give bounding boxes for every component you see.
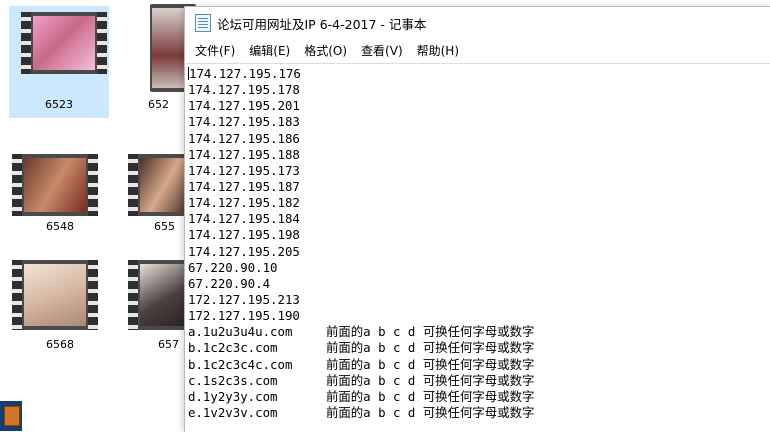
text-line: 174.127.195.201 [188, 98, 300, 114]
film-strip-icon [21, 12, 31, 74]
text-line: 67.220.90.4 [188, 275, 271, 291]
video-file-tile[interactable]: 6568 [0, 256, 100, 356]
file-explorer-background: 6523 652 6548 655 6568 657 [0, 0, 196, 431]
text-line: 174.127.195.173 [188, 162, 300, 178]
film-strip-icon [12, 154, 22, 216]
menu-edit[interactable]: 编辑(E) [243, 42, 296, 59]
text-line: 174.127.195.186 [188, 130, 300, 146]
note-text: 前面的a b c d 可换任何字母或数字 [326, 372, 535, 388]
text-line: b.1c2c3c4c.com 前面的a b c d 可换任何字母或数字 [188, 357, 770, 373]
film-strip-icon [12, 260, 22, 330]
film-strip-icon [97, 12, 107, 74]
film-strip-icon [88, 154, 98, 216]
domain-text: a.1u2u3u4u.com [188, 324, 293, 340]
text-line: 172.127.195.190 [188, 308, 300, 324]
video-file-tile[interactable]: 6548 [0, 150, 100, 240]
text-line: d.1y2y3y.com 前面的a b c d 可换任何字母或数字 [188, 389, 770, 405]
film-strip-icon [88, 260, 98, 330]
text-line: 174.127.195.205 [188, 243, 300, 259]
video-thumbnail [12, 154, 98, 216]
note-text: 前面的a b c d 可换任何字母或数字 [326, 340, 535, 356]
video-thumbnail [21, 12, 107, 74]
menu-format[interactable]: 格式(O) [298, 42, 353, 59]
note-text: 前面的a b c d 可换任何字母或数字 [326, 324, 535, 340]
menu-help[interactable]: 帮助(H) [411, 42, 465, 59]
video-thumbnail [128, 154, 190, 216]
notepad-window: 论坛可用网址及IP 6-4-2017 - 记事本 文件(F) 编辑(E) 格式(… [184, 6, 770, 432]
domain-text: b.1c2c3c4c.com [188, 356, 293, 372]
film-strip-icon [128, 260, 138, 330]
taskbar-app-icon[interactable] [4, 406, 20, 426]
text-line: 174.127.195.184 [188, 211, 300, 227]
film-strip-icon [128, 154, 138, 216]
note-text: 前面的a b c d 可换任何字母或数字 [326, 388, 535, 404]
text-line: 174.127.195.198 [188, 227, 300, 243]
thumbnail-image [140, 264, 190, 326]
window-title: 论坛可用网址及IP 6-4-2017 - 记事本 [217, 16, 427, 32]
text-line: a.1u2u3u4u.com 前面的a b c d 可换任何字母或数字 [188, 324, 770, 340]
note-text: 前面的a b c d 可换任何字母或数字 [326, 356, 535, 372]
notepad-icon [195, 14, 211, 32]
menu-bar: 文件(F) 编辑(E) 格式(O) 查看(V) 帮助(H) [185, 39, 770, 61]
text-line: 67.220.90.10 [188, 259, 278, 275]
domain-text: b.1c2c3c.com [188, 340, 278, 356]
thumbnail-image [140, 158, 190, 212]
text-line: 174.127.195.183 [188, 114, 300, 130]
title-bar[interactable]: 论坛可用网址及IP 6-4-2017 - 记事本 [185, 7, 770, 39]
text-line: 174.127.195.176 [188, 66, 301, 81]
menu-file[interactable]: 文件(F) [189, 42, 241, 59]
domain-text: c.1s2c3s.com [188, 372, 278, 388]
file-name-label: 6568 [46, 338, 74, 351]
text-line: 174.127.195.178 [188, 82, 300, 98]
video-thumbnail [128, 260, 190, 330]
text-line: c.1s2c3s.com 前面的a b c d 可换任何字母或数字 [188, 373, 770, 389]
domain-text: d.1y2y3y.com [188, 388, 278, 404]
text-line: e.1v2v3v.com 前面的a b c d 可换任何字母或数字 [188, 405, 770, 421]
text-line: 174.127.195.188 [188, 146, 300, 162]
text-editor[interactable]: 174.127.195.176 174.127.195.178 174.127.… [186, 63, 770, 432]
text-line: b.1c2c3c.com 前面的a b c d 可换任何字母或数字 [188, 340, 770, 356]
taskbar [0, 401, 22, 431]
text-line: 174.127.195.182 [188, 195, 300, 211]
video-file-tile[interactable]: 6523 [9, 6, 109, 118]
thumbnail-image [24, 158, 86, 212]
thumbnail-image [24, 264, 86, 326]
file-name-label: 6523 [45, 98, 73, 111]
note-text: 前面的a b c d 可换任何字母或数字 [326, 404, 535, 420]
text-line: 172.127.195.213 [188, 291, 300, 307]
video-thumbnail [12, 260, 98, 330]
menu-view[interactable]: 查看(V) [355, 42, 409, 59]
thumbnail-image [33, 16, 95, 70]
text-line: 174.127.195.187 [188, 178, 300, 194]
file-name-label: 6548 [46, 220, 74, 233]
domain-text: e.1v2v3v.com [188, 404, 278, 420]
